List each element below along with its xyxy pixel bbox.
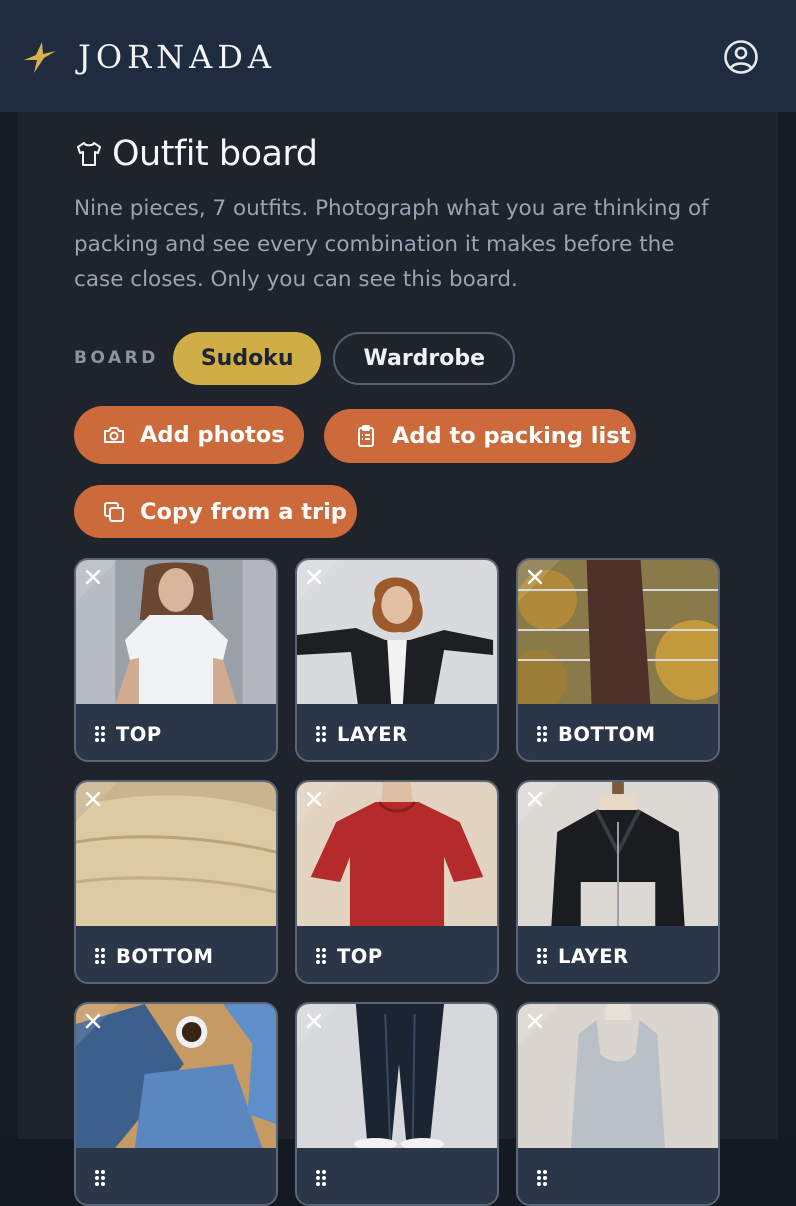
close-icon [306, 791, 322, 807]
piece-label-bar: BOTTOM [76, 926, 276, 982]
piece-card[interactable] [295, 1002, 499, 1206]
piece-label-bar [76, 1148, 276, 1204]
board-selector: BOARD Sudoku Wardrobe [74, 331, 516, 385]
remove-piece-button[interactable] [76, 560, 120, 602]
drag-handle-icon[interactable] [315, 947, 327, 965]
add-photos-label: Add photos [140, 422, 285, 448]
copy-icon [104, 501, 124, 522]
piece-card[interactable] [516, 1002, 720, 1206]
piece-label-bar [518, 1148, 718, 1204]
camera-icon [104, 427, 124, 443]
close-icon [306, 569, 322, 585]
clipboard-icon [358, 425, 374, 447]
piece-category: LAYER [337, 722, 408, 746]
piece-card[interactable]: TOP [295, 780, 499, 984]
star-bird-icon [24, 42, 56, 73]
piece-category: TOP [337, 944, 383, 968]
close-icon [306, 1013, 322, 1029]
drag-handle-icon[interactable] [315, 725, 327, 743]
piece-label-bar: LAYER [518, 926, 718, 982]
add-photos-button[interactable]: Add photos [74, 406, 304, 464]
brand-name[interactable]: JORNADA [78, 38, 276, 76]
close-icon [85, 569, 101, 585]
piece-label-bar: TOP [76, 704, 276, 760]
copy-from-trip-button[interactable]: Copy from a trip [74, 485, 357, 538]
close-icon [527, 791, 543, 807]
piece-card[interactable]: BOTTOM [516, 558, 720, 762]
close-icon [527, 1013, 543, 1029]
remove-piece-button[interactable] [76, 782, 120, 824]
user-circle-icon[interactable] [722, 38, 760, 76]
close-icon [85, 791, 101, 807]
page-header: Outfit board [74, 132, 318, 176]
add-to-packing-list-label: Add to packing list [392, 423, 631, 449]
piece-category: LAYER [558, 944, 629, 968]
board-option-sudoku[interactable]: Sudoku [172, 331, 322, 385]
add-to-packing-list-button[interactable]: Add to packing list [324, 409, 636, 463]
piece-card[interactable]: LAYER [295, 558, 499, 762]
piece-card[interactable]: TOP [74, 558, 278, 762]
close-icon [527, 569, 543, 585]
remove-piece-button[interactable] [297, 560, 341, 602]
piece-category: BOTTOM [116, 944, 214, 968]
piece-label-bar: TOP [297, 926, 497, 982]
piece-category: TOP [116, 722, 162, 746]
piece-label-bar: LAYER [297, 704, 497, 760]
remove-piece-button[interactable] [518, 1004, 562, 1046]
remove-piece-button[interactable] [518, 782, 562, 824]
page-title: Outfit board [112, 134, 318, 174]
drag-handle-icon[interactable] [536, 725, 548, 743]
remove-piece-button[interactable] [76, 1004, 120, 1046]
drag-handle-icon[interactable] [94, 1169, 106, 1187]
drag-handle-icon[interactable] [315, 1169, 327, 1187]
piece-label-bar [297, 1148, 497, 1204]
piece-card[interactable] [74, 1002, 278, 1206]
side-gutter-right [778, 112, 796, 1139]
side-gutter-left [0, 112, 18, 1139]
page-description: Nine pieces, 7 outfits. Photograph what … [74, 196, 709, 292]
piece-category: BOTTOM [558, 722, 656, 746]
remove-piece-button[interactable] [297, 1004, 341, 1046]
board-label: BOARD [74, 348, 159, 368]
copy-from-trip-label: Copy from a trip [140, 498, 347, 525]
top-bar: JORNADA [0, 0, 796, 112]
drag-handle-icon[interactable] [94, 947, 106, 965]
remove-piece-button[interactable] [518, 560, 562, 602]
piece-label-bar: BOTTOM [518, 704, 718, 760]
drag-handle-icon[interactable] [536, 947, 548, 965]
shirt-icon [77, 142, 101, 166]
board-option-wardrobe[interactable]: Wardrobe [333, 331, 516, 385]
piece-card[interactable]: BOTTOM [74, 780, 278, 984]
drag-handle-icon[interactable] [94, 725, 106, 743]
drag-handle-icon[interactable] [536, 1169, 548, 1187]
piece-card[interactable]: LAYER [516, 780, 720, 984]
close-icon [85, 1013, 101, 1029]
remove-piece-button[interactable] [297, 782, 341, 824]
